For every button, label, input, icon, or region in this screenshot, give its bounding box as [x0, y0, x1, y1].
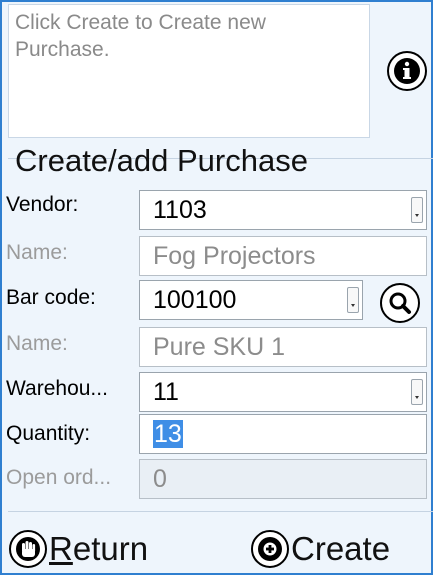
vendor-name-field: Fog Projectors [139, 236, 427, 276]
bar-code-select[interactable]: 100100 [139, 280, 363, 320]
bar-code-value: 100100 [153, 286, 237, 314]
create-label: Create [291, 530, 391, 567]
item-name-label: Name: [6, 332, 68, 355]
warehouse-value: 11 [153, 378, 179, 406]
vendor-name-label: Name: [6, 241, 68, 264]
vendor-select[interactable]: 1103 [139, 190, 427, 230]
info-button[interactable] [387, 51, 427, 91]
bar-code-label: Bar code: [6, 286, 96, 309]
plus-circle-icon [251, 530, 289, 568]
open-orders-label: Open ord... [6, 466, 112, 489]
page-title: Create/add Purchase [15, 143, 308, 178]
search-icon [389, 292, 411, 314]
vendor-value: 1103 [153, 196, 207, 224]
app-window: Click Create to Create new Purchase. Cre… [0, 0, 433, 575]
quantity-input[interactable]: 13 [139, 414, 427, 454]
open-orders-field: 0 [139, 459, 427, 499]
hand-stop-icon [9, 530, 47, 568]
info-icon [394, 58, 420, 84]
warehouse-select[interactable]: 11 [139, 372, 427, 412]
vendor-name-value: Fog Projectors [153, 242, 316, 270]
open-orders-value: 0 [153, 465, 167, 493]
message-box: Click Create to Create new Purchase. [8, 4, 370, 138]
chevron-down-icon[interactable] [411, 379, 423, 405]
chevron-down-icon[interactable] [411, 197, 423, 223]
return-button[interactable]: Return [9, 526, 148, 572]
return-label: Return [49, 530, 149, 567]
warehouse-label: Warehou... [6, 377, 108, 400]
footer-divider [8, 511, 433, 512]
quantity-label: Quantity: [6, 422, 91, 445]
item-name-field: Pure SKU 1 [139, 327, 427, 367]
quantity-value: 13 [153, 420, 183, 448]
search-button[interactable] [380, 283, 420, 323]
item-name-value: Pure SKU 1 [153, 333, 286, 361]
create-button[interactable]: Create [251, 526, 390, 572]
vendor-label: Vendor: [6, 193, 79, 216]
chevron-down-icon[interactable] [347, 287, 359, 313]
